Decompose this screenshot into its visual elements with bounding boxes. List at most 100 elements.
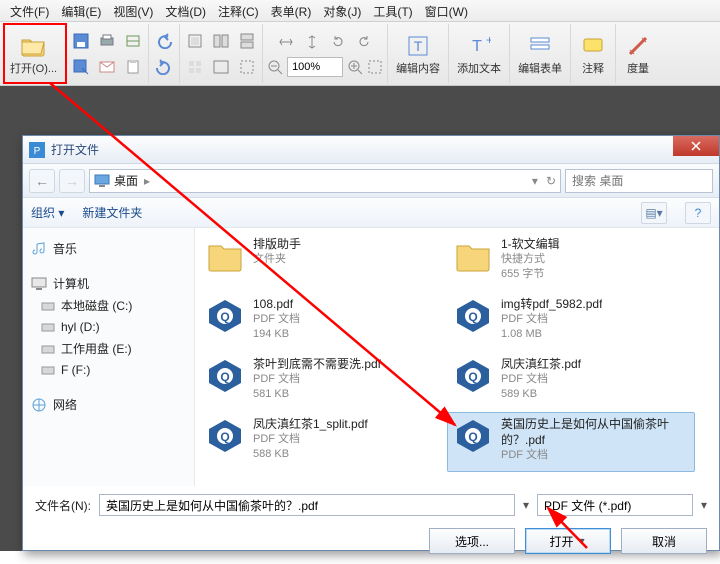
filename-input[interactable] [99,494,515,516]
nav-back-button[interactable]: ← [29,169,55,193]
rotate-left-icon[interactable] [327,31,349,53]
open-dialog-label: 打开 [550,533,574,550]
zoom-out-icon[interactable] [267,59,283,75]
rotate-right-icon[interactable] [353,31,375,53]
add-text-button[interactable]: T+ 添加文本 [453,30,505,78]
drive-icon [41,363,55,377]
open-button[interactable]: 打开(O)... [6,30,61,78]
new-folder-button[interactable]: 新建文件夹 [82,204,142,221]
drive-icon [41,299,55,313]
file-item[interactable]: Q108.pdfPDF 文档194 KB [199,292,447,352]
measure-button[interactable]: 度量 [620,30,656,78]
fit-page-icon[interactable] [301,31,323,53]
svg-text:Q: Q [220,430,229,444]
file-item[interactable]: Qimg转pdf_5982.pdfPDF 文档1.08 MB [447,292,695,352]
file-type: PDF 文档 [253,372,381,387]
fit-width-icon[interactable] [275,31,297,53]
sidebar-network[interactable]: 网络 [27,390,190,415]
sidebar-drive-e[interactable]: 工作用盘 (E:) [27,337,190,360]
file-list: 排版助手文件夹1-软文编辑快捷方式655 字节Q108.pdfPDF 文档194… [195,228,719,486]
sidebar-computer[interactable]: 计算机 [27,269,190,294]
scan-icon[interactable] [122,30,144,52]
file-size: 655 字节 [501,267,560,282]
edit-content-button[interactable]: T 编辑内容 [392,30,444,78]
organize-menu[interactable]: 组织 ▾ [31,204,64,221]
view-mode5-icon[interactable] [210,56,232,78]
save-icon[interactable] [70,30,92,52]
computer-icon [31,276,47,292]
svg-text:Q: Q [220,310,229,324]
sidebar-drive-f[interactable]: F (F:) [27,360,190,380]
email-icon[interactable] [96,56,118,78]
menu-tools[interactable]: 工具(T) [367,0,418,21]
zoom-in-icon[interactable] [347,59,363,75]
close-button[interactable] [673,136,719,156]
print-icon[interactable] [96,30,118,52]
file-name: img转pdf_5982.pdf [501,296,602,312]
file-item[interactable]: Q茶叶到底需不需要洗.pdfPDF 文档581 KB [199,352,447,412]
menu-file[interactable]: 文件(F) [4,0,55,21]
annotate-button[interactable]: 注释 [575,30,611,78]
file-name: 排版助手 [253,236,301,252]
sidebar-network-label: 网络 [53,396,77,413]
open-dialog-button[interactable]: 打开▼ [525,528,611,554]
location-bar[interactable]: 桌面 ▸ ▾ ↻ [89,169,561,193]
file-item[interactable]: 排版助手文件夹 [199,232,447,292]
file-item[interactable]: Q凤庆滇红茶1_split.pdfPDF 文档588 KB [199,412,447,472]
search-input[interactable] [565,169,713,193]
view-mode4-icon[interactable] [184,56,206,78]
file-type: 快捷方式 [501,252,560,267]
file-item[interactable]: Q英国历史上是如何从中国偷茶叶的？.pdfPDF 文档 [447,412,695,472]
menu-annotate[interactable]: 注释(C) [212,0,265,21]
zoom-input[interactable] [287,57,343,77]
file-item[interactable]: Q凤庆滇红茶.pdfPDF 文档589 KB [447,352,695,412]
file-item[interactable]: 1-软文编辑快捷方式655 字节 [447,232,695,292]
filter-select[interactable] [537,494,693,516]
cancel-button[interactable]: 取消 [621,528,707,554]
edit-content-label: 编辑内容 [396,60,440,76]
drive-icon [41,342,55,356]
sidebar-drive-c[interactable]: 本地磁盘 (C:) [27,294,190,317]
file-size: 194 KB [253,327,300,342]
undo-icon[interactable] [153,30,175,52]
folder-icon [205,236,245,276]
view-options-button[interactable]: ▤▾ [641,202,667,224]
marquee-zoom-icon[interactable] [367,59,383,75]
nav-forward-button[interactable]: → [59,169,85,193]
view-mode2-icon[interactable] [210,30,232,52]
network-icon [31,397,47,413]
location-text: 桌面 [114,172,138,189]
annotate-label: 注释 [582,60,604,76]
menu-view[interactable]: 视图(V) [107,0,159,21]
svg-text:P: P [34,146,41,157]
view-mode6-icon[interactable] [236,56,258,78]
edit-form-label: 编辑表单 [518,60,562,76]
menu-edit[interactable]: 编辑(E) [55,0,107,21]
file-type: PDF 文档 [501,372,581,387]
svg-text:Q: Q [468,430,477,444]
menu-window[interactable]: 窗口(W) [419,0,474,21]
close-icon [690,140,702,152]
redo-icon[interactable] [153,56,175,78]
svg-text:T: T [472,38,482,55]
edit-form-button[interactable]: 编辑表单 [514,30,566,78]
options-button[interactable]: 选项... [429,528,515,554]
view-mode3-icon[interactable] [236,30,258,52]
save-as-icon[interactable] [70,56,92,78]
menu-object[interactable]: 对象(J) [317,0,367,21]
file-name: 茶叶到底需不需要洗.pdf [253,356,381,372]
dialog-commands: 组织 ▾ 新建文件夹 ▤▾ ? [23,198,719,228]
menu-form[interactable]: 表单(R) [265,0,318,21]
menu-document[interactable]: 文档(D) [159,0,212,21]
help-button[interactable]: ? [685,202,711,224]
sidebar-drive-d[interactable]: hyl (D:) [27,317,190,337]
refresh-icon[interactable]: ↻ [546,174,556,188]
sidebar-music[interactable]: 音乐 [27,234,190,259]
folder-icon [453,236,493,276]
view-mode1-icon[interactable] [184,30,206,52]
annotate-icon [579,32,607,60]
filename-label: 文件名(N): [35,497,91,514]
file-type: PDF 文档 [501,312,602,327]
clipboard-icon[interactable] [122,56,144,78]
measure-label: 度量 [627,60,649,76]
